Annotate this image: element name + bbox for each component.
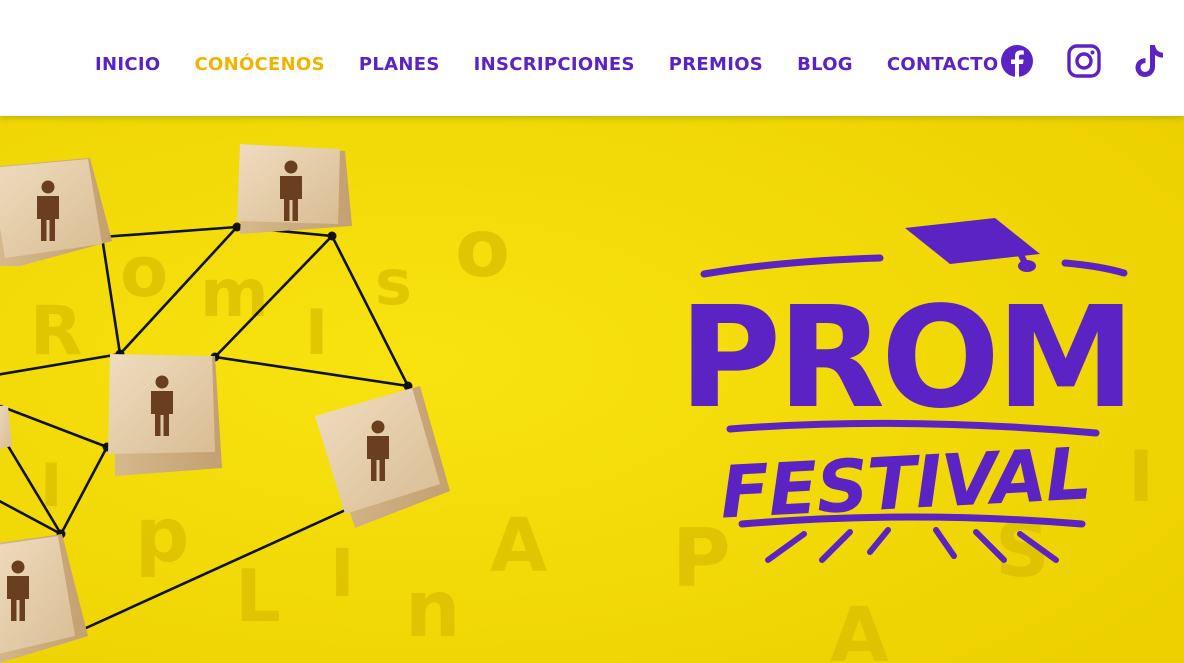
person-block (237, 144, 352, 234)
nav-item-inscripciones[interactable]: INSCRIPCIONES (474, 52, 635, 78)
svg-text:A: A (830, 590, 889, 663)
nav-item-blog[interactable]: BLOG (797, 52, 853, 78)
svg-text:n: n (405, 565, 461, 655)
main-nav: INICIO CONÓCENOS PLANES INSCRIPCIONES PR… (95, 52, 1032, 78)
svg-text:I: I (330, 535, 355, 612)
nav-item-premios[interactable]: PREMIOS (669, 52, 763, 78)
svg-text:R: R (30, 292, 82, 371)
nav-item-conocenos[interactable]: CONÓCENOS (194, 52, 324, 78)
svg-text:A: A (490, 503, 547, 589)
person-block (108, 354, 222, 476)
nav-item-planes[interactable]: PLANES (359, 52, 440, 78)
svg-text:o: o (120, 231, 168, 313)
nav-item-inicio[interactable]: INICIO (95, 52, 160, 78)
svg-text:I: I (1128, 436, 1154, 518)
hero-graphic: o m s o R I I p L I n A P A S I PROM FES… (0, 116, 1184, 663)
svg-text:o: o (455, 202, 510, 295)
site-header: INICIO CONÓCENOS PLANES INSCRIPCIONES PR… (0, 0, 1184, 116)
instagram-icon[interactable] (1066, 43, 1102, 79)
nav-item-contacto[interactable]: CONTACTO (887, 52, 999, 78)
svg-text:s: s (375, 246, 412, 319)
svg-text:p: p (135, 490, 189, 579)
svg-text:L: L (235, 554, 281, 638)
svg-text:I: I (305, 296, 328, 369)
tiktok-icon[interactable] (1133, 43, 1167, 79)
hero-banner: o m s o R I I p L I n A P A S I PROM FES… (0, 116, 1184, 663)
svg-text:m: m (200, 255, 269, 332)
facebook-icon[interactable] (999, 43, 1035, 79)
svg-text:I: I (40, 451, 62, 521)
logo-prom-text: PROM (679, 277, 1132, 440)
